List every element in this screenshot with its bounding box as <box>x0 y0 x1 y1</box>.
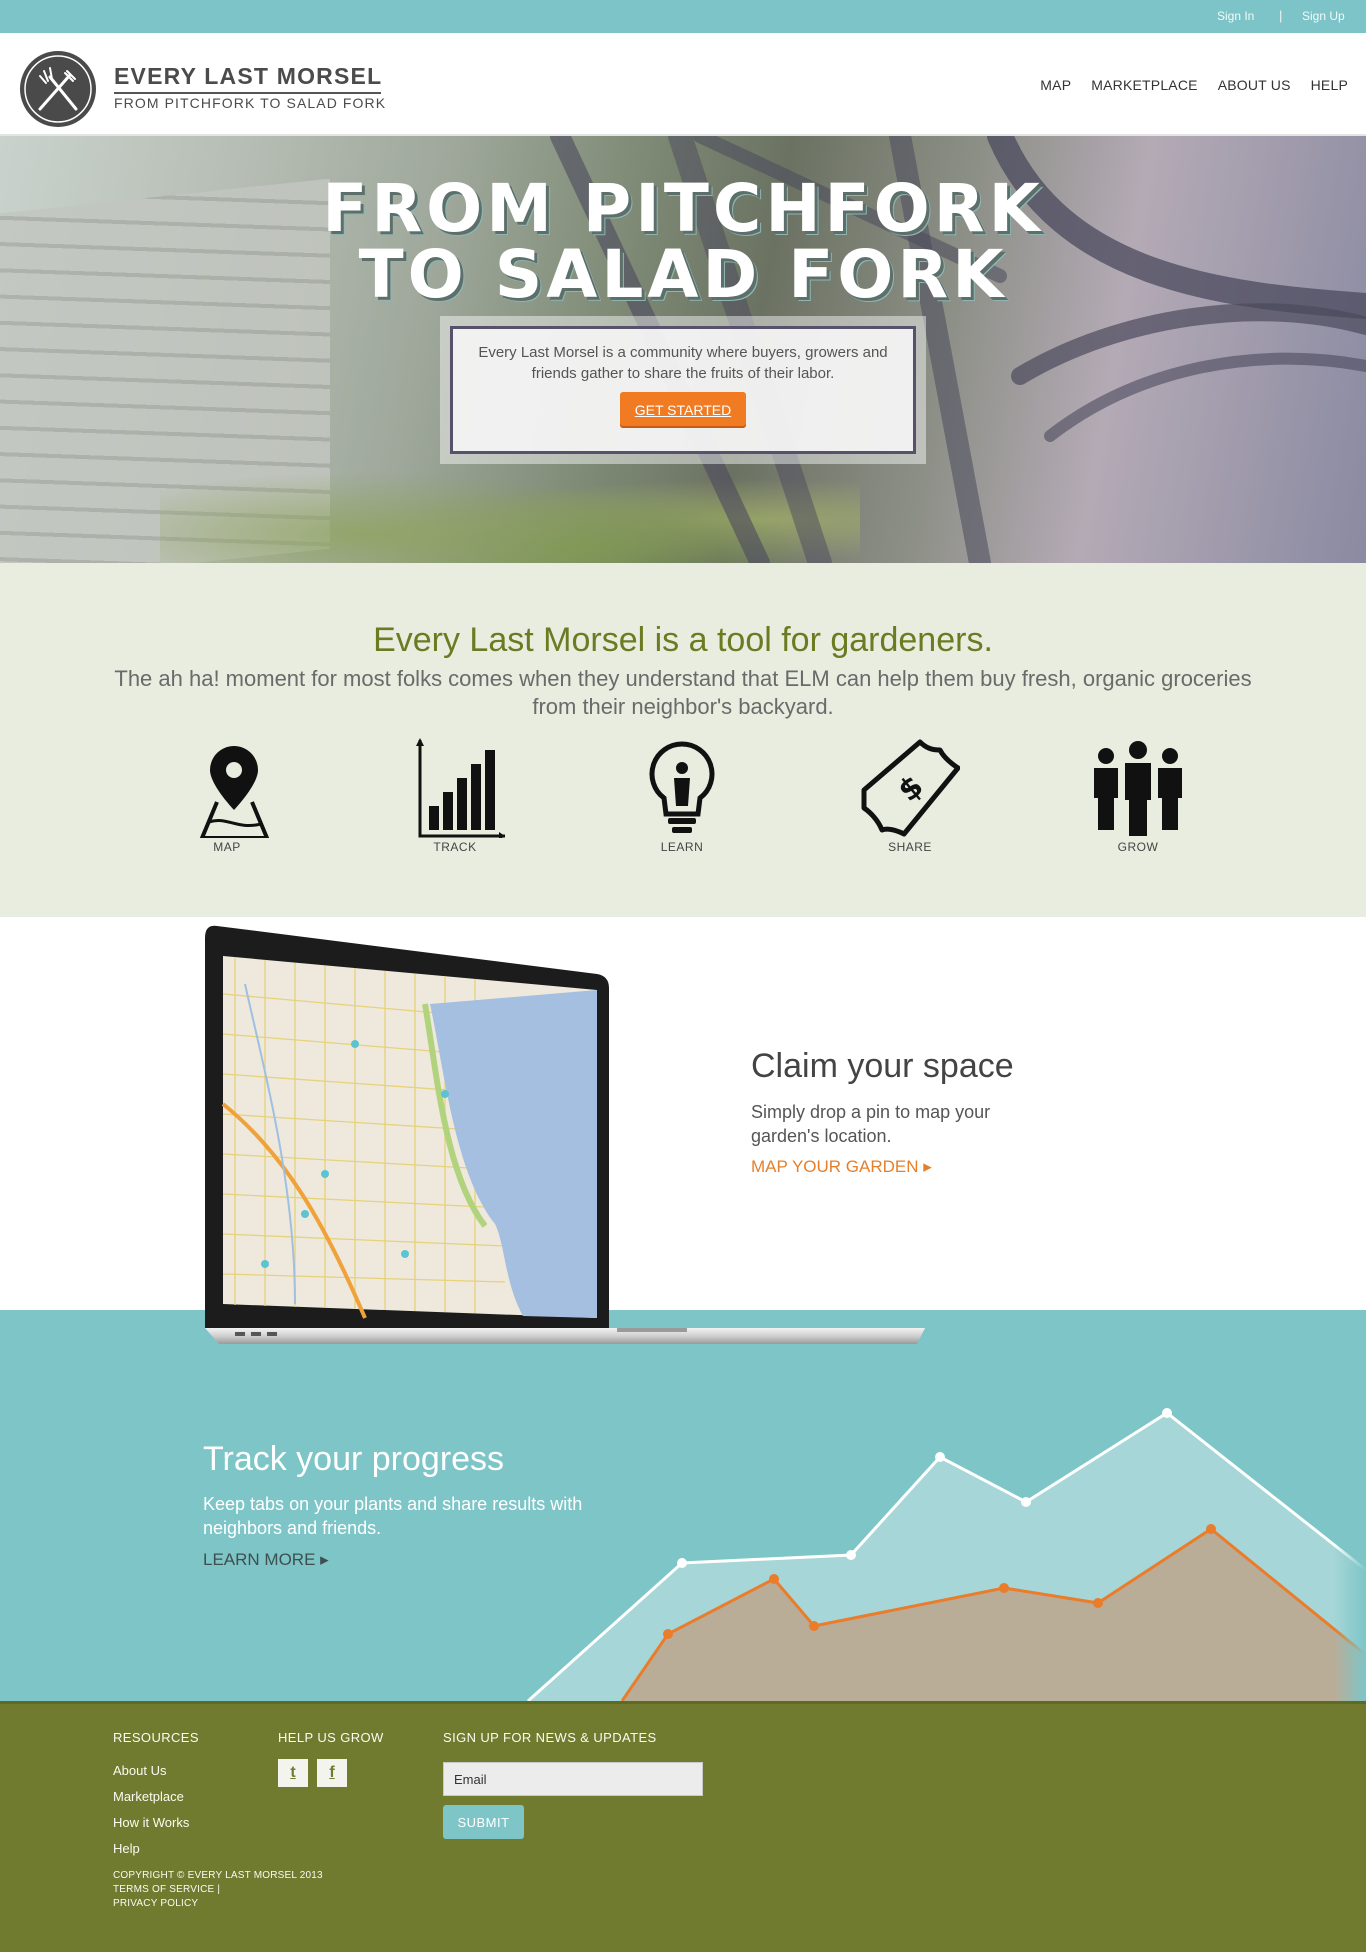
tools-section: Every Last Morsel is a tool for gardener… <box>0 563 1366 917</box>
tool-learn[interactable]: LEARN <box>622 738 742 854</box>
brand-tagline: FROM PITCHFORK TO SALAD FORK <box>114 95 387 111</box>
track-heading: Track your progress <box>203 1440 505 1478</box>
tool-label: TRACK <box>433 840 477 854</box>
learn-more-link[interactable]: LEARN MORE ▸ <box>203 1550 329 1570</box>
fork-and-pitchfork-icon <box>24 55 92 123</box>
hero-banner: FROM PITCHFORK TO SALAD FORK Every Last … <box>0 136 1366 563</box>
lightbulb-icon <box>649 741 715 833</box>
tool-map[interactable]: MAP <box>167 738 287 854</box>
nav-about-us[interactable]: ABOUT US <box>1218 77 1291 93</box>
topbar-separator: | <box>1279 8 1283 23</box>
footer-link-marketplace[interactable]: Marketplace <box>113 1789 184 1804</box>
track-section: Track your progress Keep tabs on your pl… <box>0 1310 1366 1701</box>
map-pin-icon <box>200 746 269 838</box>
tool-share[interactable]: $ SHARE <box>850 738 970 854</box>
hero-description: Every Last Morsel is a community where b… <box>478 344 888 382</box>
tool-label: LEARN <box>660 840 704 854</box>
dollar-bill-icon: $ <box>861 739 960 837</box>
brand-divider <box>114 92 381 94</box>
get-started-button[interactable]: GET STARTED <box>620 392 746 428</box>
newsletter-title: SIGN UP FOR NEWS & UPDATES <box>443 1730 657 1745</box>
top-bar: Sign In | Sign Up <box>0 0 1366 33</box>
tool-grow[interactable]: GROW <box>1078 738 1198 854</box>
brand-name: EVERY LAST MORSEL <box>114 63 383 89</box>
resources-title: RESOURCES <box>113 1730 199 1745</box>
people-icon <box>1094 741 1182 836</box>
hero-intro-box: Every Last Morsel is a community where b… <box>440 316 926 464</box>
hero-title-line2: TO SALAD FORK <box>358 236 1008 313</box>
email-field[interactable] <box>443 1762 703 1796</box>
svg-text:$: $ <box>892 769 930 809</box>
tool-label: SHARE <box>888 840 932 854</box>
help-us-grow-title: HELP US GROW <box>278 1730 384 1745</box>
nav-marketplace[interactable]: MARKETPLACE <box>1091 77 1197 93</box>
hero-title: FROM PITCHFORK TO SALAD FORK <box>0 176 1366 308</box>
track-text: Keep tabs on your plants and share resul… <box>203 1494 583 1538</box>
nav-map[interactable]: MAP <box>1040 77 1071 93</box>
twitter-icon[interactable]: t <box>278 1759 308 1787</box>
bar-chart-icon <box>416 738 505 838</box>
tool-track[interactable]: TRACK <box>395 738 515 854</box>
facebook-icon[interactable]: f <box>317 1759 347 1787</box>
logo[interactable] <box>20 51 96 127</box>
laptop-map-screenshot <box>205 925 925 1344</box>
footer-link-how-it-works[interactable]: How it Works <box>113 1815 189 1830</box>
sign-in-link[interactable]: Sign In <box>1217 9 1254 23</box>
hero-intro-inner: Every Last Morsel is a community where b… <box>450 326 916 454</box>
terms-of-service-link[interactable]: TERMS OF SERVICE | <box>113 1884 220 1895</box>
site-footer: RESOURCES About Us Marketplace How it Wo… <box>0 1701 1366 1952</box>
tools-heading: Every Last Morsel is a tool for gardener… <box>373 621 993 659</box>
copyright-text: COPYRIGHT © EVERY LAST MORSEL 2013 <box>113 1870 323 1881</box>
site-header: EVERY LAST MORSEL FROM PITCHFORK TO SALA… <box>0 33 1366 136</box>
footer-link-help[interactable]: Help <box>113 1841 140 1856</box>
tool-label: MAP <box>213 840 241 854</box>
sign-up-link[interactable]: Sign Up <box>1302 9 1345 23</box>
tool-label: GROW <box>1117 840 1159 854</box>
tools-subheading: The ah ha! moment for most folks comes w… <box>114 666 1252 719</box>
hero-title-line1: FROM PITCHFORK <box>322 170 1044 247</box>
submit-button[interactable]: SUBMIT <box>443 1805 524 1839</box>
main-nav: MAP MARKETPLACE ABOUT US HELP <box>1040 77 1348 93</box>
nav-help[interactable]: HELP <box>1311 77 1348 93</box>
footer-link-about-us[interactable]: About Us <box>113 1763 166 1778</box>
privacy-policy-link[interactable]: PRIVACY POLICY <box>113 1898 198 1909</box>
